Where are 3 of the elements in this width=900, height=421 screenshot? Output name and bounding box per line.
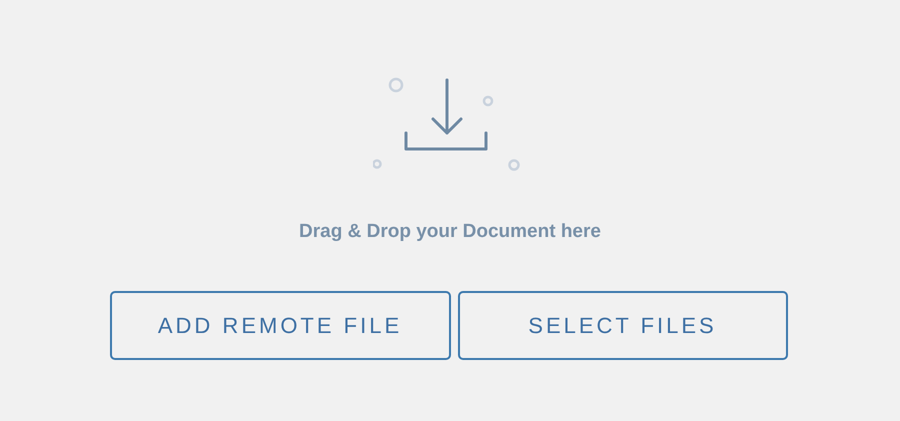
- file-button[interactable]: ADD REMOTE FILE: [110, 291, 450, 360]
- file-button[interactable]: SELECT FILES: [458, 291, 788, 360]
- dropzone-message: Drag & Drop your Document here: [299, 220, 601, 244]
